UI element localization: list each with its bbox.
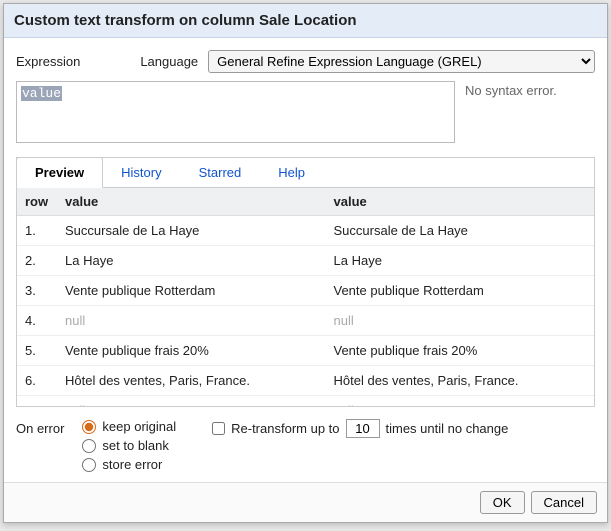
preview-panel: Preview History Starred Help row value v… bbox=[16, 157, 595, 407]
cell-row-num: 3. bbox=[17, 276, 57, 306]
cell-value: Vente publique frais 20% bbox=[57, 336, 326, 366]
cell-result: La Haye bbox=[326, 246, 595, 276]
syntax-status: No syntax error. bbox=[465, 81, 595, 143]
cell-value: Vente publique Rotterdam bbox=[57, 276, 326, 306]
col-header-value: value bbox=[57, 188, 326, 216]
expression-label: Expression bbox=[16, 54, 80, 69]
cancel-button[interactable]: Cancel bbox=[531, 491, 597, 514]
cell-value: La Haye bbox=[57, 246, 326, 276]
cell-value: Succursale de La Haye bbox=[57, 216, 326, 246]
table-row: 4.nullnull bbox=[17, 306, 594, 336]
cell-value: null bbox=[57, 396, 326, 407]
cell-row-num: 4. bbox=[17, 306, 57, 336]
expression-row: value No syntax error. bbox=[16, 81, 595, 143]
tab-help[interactable]: Help bbox=[260, 158, 324, 187]
retransform-count-input[interactable] bbox=[346, 419, 380, 438]
radio-set-blank-input[interactable] bbox=[82, 439, 96, 453]
cell-value: Hôtel des ventes, Paris, France. bbox=[57, 366, 326, 396]
on-error-radio-group: keep original set to blank store error bbox=[82, 419, 176, 472]
cell-row-num: 5. bbox=[17, 336, 57, 366]
cell-row-num: 6. bbox=[17, 366, 57, 396]
cell-result: Vente publique frais 20% bbox=[326, 336, 595, 366]
tab-preview[interactable]: Preview bbox=[16, 157, 103, 188]
dialog-body: Expression Language General Refine Expre… bbox=[4, 38, 607, 482]
retransform-label-pre: Re-transform up to bbox=[231, 421, 339, 436]
table-row: 2.La HayeLa Haye bbox=[17, 246, 594, 276]
language-select[interactable]: General Refine Expression Language (GREL… bbox=[208, 50, 595, 73]
expression-textarea[interactable]: value bbox=[16, 81, 455, 143]
on-error-row: On error keep original set to blank stor… bbox=[16, 407, 595, 482]
radio-store-error-input[interactable] bbox=[82, 458, 96, 472]
radio-set-blank[interactable]: set to blank bbox=[82, 438, 176, 453]
table-row: 7.nullnull bbox=[17, 396, 594, 407]
cell-row-num: 7. bbox=[17, 396, 57, 407]
cell-row-num: 2. bbox=[17, 246, 57, 276]
col-header-result: value bbox=[326, 188, 595, 216]
retransform-group: Re-transform up to times until no change bbox=[212, 419, 508, 438]
preview-table: row value value 1.Succursale de La HayeS… bbox=[17, 188, 594, 406]
cell-result: Hôtel des ventes, Paris, France. bbox=[326, 366, 595, 396]
radio-set-blank-label: set to blank bbox=[102, 438, 169, 453]
cell-result: null bbox=[326, 396, 595, 407]
cell-result: Succursale de La Haye bbox=[326, 216, 595, 246]
radio-keep-original-input[interactable] bbox=[82, 420, 96, 434]
retransform-checkbox-label[interactable]: Re-transform up to bbox=[212, 421, 339, 436]
cell-row-num: 1. bbox=[17, 216, 57, 246]
custom-transform-dialog: Custom text transform on column Sale Loc… bbox=[3, 3, 608, 523]
dialog-title: Custom text transform on column Sale Loc… bbox=[4, 4, 607, 38]
retransform-checkbox[interactable] bbox=[212, 422, 225, 435]
ok-button[interactable]: OK bbox=[480, 491, 525, 514]
dialog-footer: OK Cancel bbox=[4, 482, 607, 522]
preview-table-scroll[interactable]: row value value 1.Succursale de La HayeS… bbox=[17, 188, 594, 406]
table-row: 6.Hôtel des ventes, Paris, France.Hôtel … bbox=[17, 366, 594, 396]
on-error-label: On error bbox=[16, 419, 64, 436]
table-row: 3.Vente publique RotterdamVente publique… bbox=[17, 276, 594, 306]
retransform-label-post: times until no change bbox=[386, 421, 509, 436]
table-row: 5.Vente publique frais 20%Vente publique… bbox=[17, 336, 594, 366]
radio-keep-original-label: keep original bbox=[102, 419, 176, 434]
radio-store-error[interactable]: store error bbox=[82, 457, 176, 472]
tab-history[interactable]: History bbox=[103, 158, 180, 187]
cell-result: null bbox=[326, 306, 595, 336]
cell-result: Vente publique Rotterdam bbox=[326, 276, 595, 306]
cell-value: null bbox=[57, 306, 326, 336]
radio-keep-original[interactable]: keep original bbox=[82, 419, 176, 434]
table-row: 1.Succursale de La HayeSuccursale de La … bbox=[17, 216, 594, 246]
radio-store-error-label: store error bbox=[102, 457, 162, 472]
col-header-row: row bbox=[17, 188, 57, 216]
tab-starred[interactable]: Starred bbox=[181, 158, 261, 187]
tab-bar: Preview History Starred Help bbox=[17, 158, 594, 188]
expression-header-row: Expression Language General Refine Expre… bbox=[16, 50, 595, 73]
language-label: Language bbox=[140, 54, 198, 69]
